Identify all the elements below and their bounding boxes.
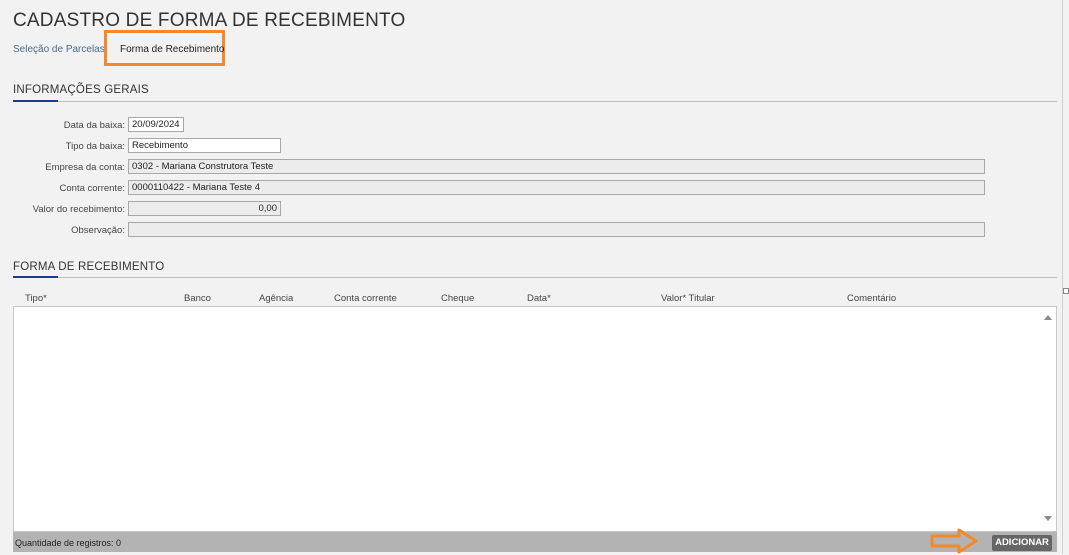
column-header-valor-titular[interactable]: Valor* Titular — [661, 293, 715, 304]
column-header-comentario[interactable]: Comentário — [847, 293, 896, 304]
resize-handle[interactable] — [1063, 288, 1069, 294]
valor-recebimento-field[interactable] — [128, 201, 281, 216]
column-header-conta-corrente[interactable]: Conta corrente — [334, 293, 397, 304]
section-title-receipt: FORMA DE RECEBIMENTO — [13, 261, 165, 273]
receipt-grid[interactable] — [13, 306, 1057, 532]
grid-footer — [13, 532, 1057, 552]
section-divider — [13, 277, 1057, 278]
section-divider — [13, 101, 1057, 102]
column-header-cheque[interactable]: Cheque — [441, 293, 474, 304]
column-header-tipo[interactable]: Tipo* — [25, 293, 47, 304]
section-accent — [13, 276, 58, 278]
scroll-up-icon[interactable] — [1044, 315, 1052, 320]
record-count: Quantidade de registros: 0 — [15, 538, 122, 548]
observacao-field[interactable] — [128, 222, 985, 237]
label-observacao: Observação: — [71, 225, 125, 236]
column-header-agencia[interactable]: Agência — [259, 293, 293, 304]
tipo-baixa-field[interactable] — [128, 138, 281, 153]
data-baixa-field[interactable] — [128, 117, 184, 132]
window-border — [1062, 0, 1063, 554]
label-data-baixa: Data da baixa: — [63, 120, 125, 131]
scroll-down-icon[interactable] — [1044, 516, 1052, 521]
section-accent — [13, 100, 58, 102]
section-title-general: INFORMAÇÕES GERAIS — [13, 84, 149, 96]
column-header-data[interactable]: Data* — [527, 293, 551, 304]
column-header-banco[interactable]: Banco — [184, 293, 211, 304]
label-valor-recebimento: Valor do recebimento: — [32, 204, 125, 215]
tab-selecao-parcelas[interactable]: Seleção de Parcelas — [13, 44, 105, 55]
label-tipo-baixa: Tipo da baixa: — [65, 141, 125, 152]
label-conta-corrente: Conta corrente: — [59, 183, 125, 194]
page-title: CADASTRO DE FORMA DE RECEBIMENTO — [13, 10, 406, 31]
label-empresa-conta: Empresa da conta: — [45, 162, 125, 173]
conta-corrente-field[interactable] — [128, 180, 985, 195]
tab-forma-recebimento[interactable]: Forma de Recebimento — [120, 44, 225, 55]
arrow-right-icon — [930, 528, 978, 554]
add-button[interactable]: ADICIONAR — [992, 535, 1052, 551]
empresa-conta-field[interactable] — [128, 159, 985, 174]
